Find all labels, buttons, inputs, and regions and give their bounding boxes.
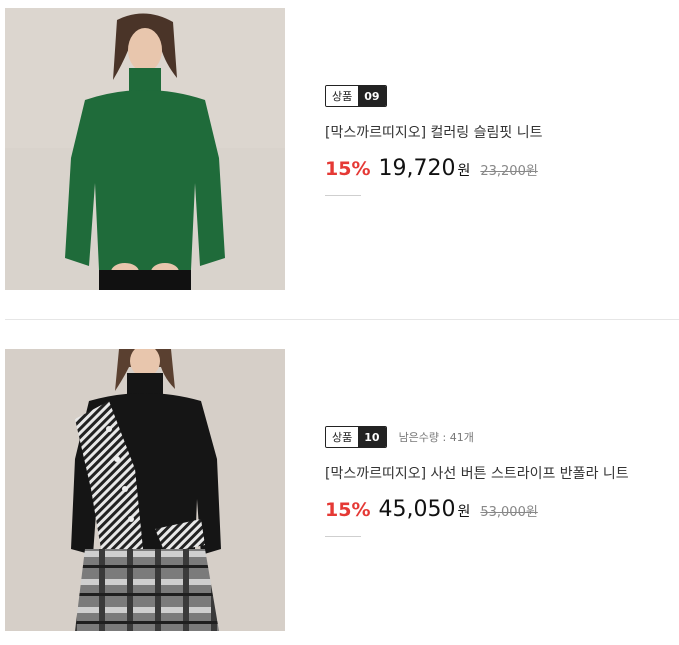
discount-rate: 15%: [325, 499, 371, 521]
original-price: 53,000원: [480, 505, 538, 520]
product-info: 상품 09 [막스까르띠지오] 컬러링 슬림핏 니트 15% 19,720 원 …: [325, 84, 542, 196]
section-divider: [5, 319, 679, 320]
product-image[interactable]: [5, 349, 285, 631]
original-price: 23,200원: [480, 164, 538, 179]
badge-number: 10: [358, 427, 386, 447]
price-unit: 원: [457, 504, 471, 520]
badge-label: 상품: [326, 86, 359, 106]
sale-price: 45,050: [378, 497, 456, 522]
product-item: 상품 10 남은수량 : 41개 [막스까르띠지오] 사선 버튼 스트라이프 반…: [0, 349, 679, 631]
product-title[interactable]: [막스까르띠지오] 컬러링 슬림핏 니트: [325, 122, 542, 142]
product-info: 상품 10 남은수량 : 41개 [막스까르띠지오] 사선 버튼 스트라이프 반…: [325, 425, 629, 537]
product-image[interactable]: [5, 8, 285, 290]
product-badge: 상품 09: [325, 85, 387, 107]
product-title[interactable]: [막스까르띠지오] 사선 버튼 스트라이프 반폴라 니트: [325, 463, 629, 483]
product-item: 상품 09 [막스까르띠지오] 컬러링 슬림핏 니트 15% 19,720 원 …: [0, 8, 679, 290]
badge-label: 상품: [326, 427, 359, 447]
green-turtleneck-photo-icon: [5, 8, 285, 290]
badge-row: 상품 10 남은수량 : 41개: [325, 425, 629, 449]
discount-rate: 15%: [325, 158, 371, 180]
divider-short: [325, 195, 361, 196]
badge-number: 09: [358, 86, 386, 106]
badge-row: 상품 09: [325, 84, 542, 108]
divider-short: [325, 536, 361, 537]
sale-price: 19,720: [378, 156, 456, 181]
product-badge: 상품 10: [325, 426, 387, 448]
black-striped-knit-photo-icon: [5, 349, 285, 631]
price-row: 15% 19,720 원 23,200원: [325, 156, 542, 181]
price-unit: 원: [457, 163, 471, 179]
stock-remaining: 남은수량 : 41개: [398, 431, 474, 444]
price-row: 15% 45,050 원 53,000원: [325, 497, 629, 522]
